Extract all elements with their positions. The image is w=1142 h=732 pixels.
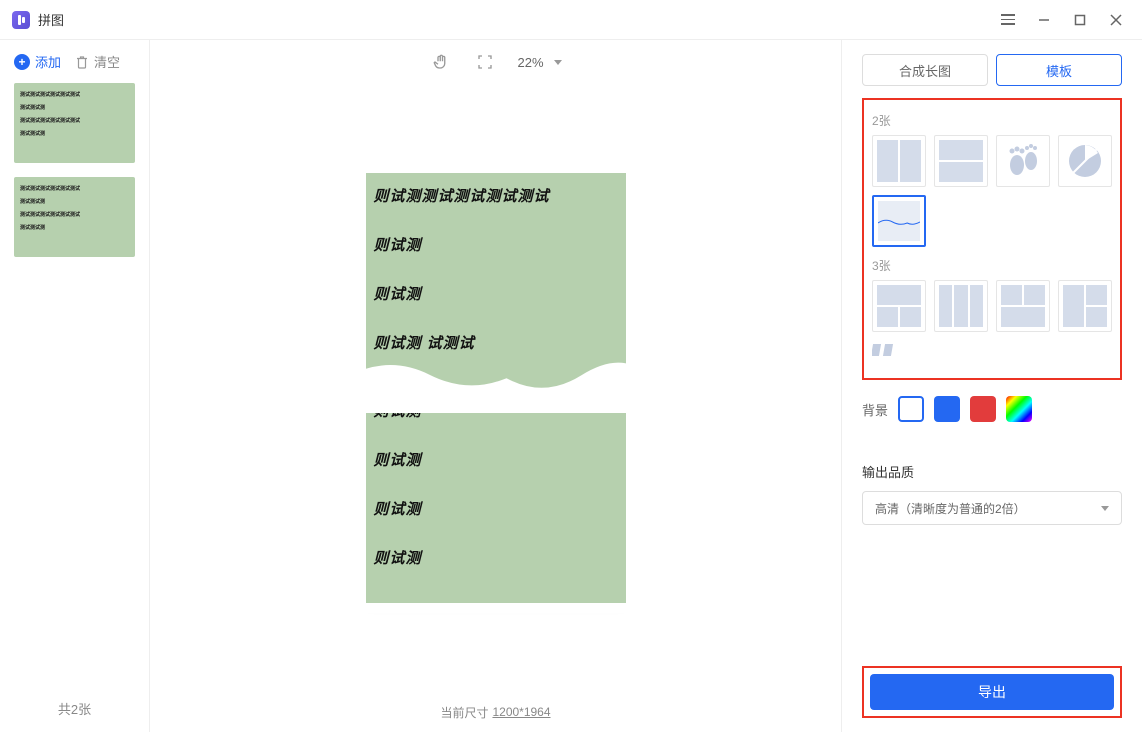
bg-color-custom[interactable] <box>1006 396 1032 422</box>
zoom-dropdown[interactable]: 22% <box>517 55 561 70</box>
canvas-panel: 22% 则试测测试测试测试测试 则试测 则试测 则试测 试测试 则试测 <box>150 40 842 732</box>
plus-icon: + <box>14 54 30 70</box>
footprint-icon <box>1003 141 1043 181</box>
template-3b[interactable] <box>934 280 988 332</box>
maximize-icon <box>1074 14 1086 26</box>
dimension-value[interactable]: 1200*1964 <box>492 705 550 719</box>
template-3a[interactable] <box>872 280 926 332</box>
clear-label: 清空 <box>94 52 120 71</box>
bg-color-blue[interactable] <box>934 396 960 422</box>
bg-color-red[interactable] <box>970 396 996 422</box>
template-2-footprint[interactable] <box>996 135 1050 187</box>
template-2-torn[interactable] <box>872 195 926 247</box>
hand-icon <box>432 53 450 71</box>
template-2-pie[interactable] <box>1058 135 1112 187</box>
close-icon <box>1110 14 1122 26</box>
thumbnail-item[interactable]: 测试测试测试测试测试测试 测试测试测 测试测试测试测试测试测试 测试测试测 <box>14 177 135 257</box>
thumbnail-item[interactable]: 测试测试测试测试测试测试 测试测试测 测试测试测试测试测试测试 测试测试测 <box>14 83 135 163</box>
thumbnail-count: 共2张 <box>0 685 149 732</box>
right-panel: 合成长图 模板 2张 <box>842 40 1142 732</box>
template-group-3-label: 3张 <box>872 257 1112 274</box>
hamburger-icon <box>1001 14 1015 25</box>
chevron-down-icon <box>1101 506 1109 511</box>
app-logo-icon <box>12 11 30 29</box>
fit-screen-icon <box>476 53 494 71</box>
tab-template[interactable]: 模板 <box>996 54 1122 86</box>
chevron-down-icon <box>554 60 562 65</box>
minimize-icon <box>1038 14 1050 26</box>
template-section: 2张 3 <box>862 98 1122 380</box>
canvas-area[interactable]: 则试测测试测试测试测试 则试测 则试测 则试测 试测试 则试测 则试测 则试测 … <box>150 84 841 692</box>
add-label: 添加 <box>35 52 61 71</box>
quality-select[interactable]: 高清（清晰度为普通的2倍） <box>862 491 1122 525</box>
title-bar: 拼图 <box>0 0 1142 40</box>
tear-divider-icon <box>366 353 626 413</box>
add-button[interactable]: + 添加 <box>14 52 61 71</box>
close-button[interactable] <box>1102 6 1130 34</box>
window-title: 拼图 <box>38 10 64 29</box>
zoom-value: 22% <box>517 55 543 70</box>
dimension-label: 当前尺寸 <box>440 704 488 721</box>
template-group-2-label: 2张 <box>872 112 1112 129</box>
minimize-button[interactable] <box>1030 6 1058 34</box>
fit-tool[interactable] <box>473 50 497 74</box>
template-3d[interactable] <box>1058 280 1112 332</box>
trash-icon <box>75 55 89 69</box>
pie-icon <box>1065 141 1105 181</box>
template-2-stacked[interactable] <box>934 135 988 187</box>
left-sidebar: + 添加 清空 测试测试测试测试测试测试 测试测试测 测试测试测试测试测试测试 … <box>0 40 150 732</box>
pan-tool[interactable] <box>429 50 453 74</box>
background-label: 背景 <box>862 400 888 419</box>
bg-color-white[interactable] <box>898 396 924 422</box>
template-2-side-by-side[interactable] <box>872 135 926 187</box>
canvas-preview: 则试测测试测试测试测试 则试测 则试测 则试测 试测试 则试测 则试测 则试测 … <box>366 173 626 603</box>
template-3e[interactable] <box>872 340 926 360</box>
export-button[interactable]: 导出 <box>870 674 1114 710</box>
template-3c[interactable] <box>996 280 1050 332</box>
quality-label: 输出品质 <box>862 462 1122 481</box>
clear-button[interactable]: 清空 <box>75 52 120 71</box>
quality-value: 高清（清晰度为普通的2倍） <box>875 500 1026 517</box>
maximize-button[interactable] <box>1066 6 1094 34</box>
menu-button[interactable] <box>994 6 1022 34</box>
tab-merge-long[interactable]: 合成长图 <box>862 54 988 86</box>
